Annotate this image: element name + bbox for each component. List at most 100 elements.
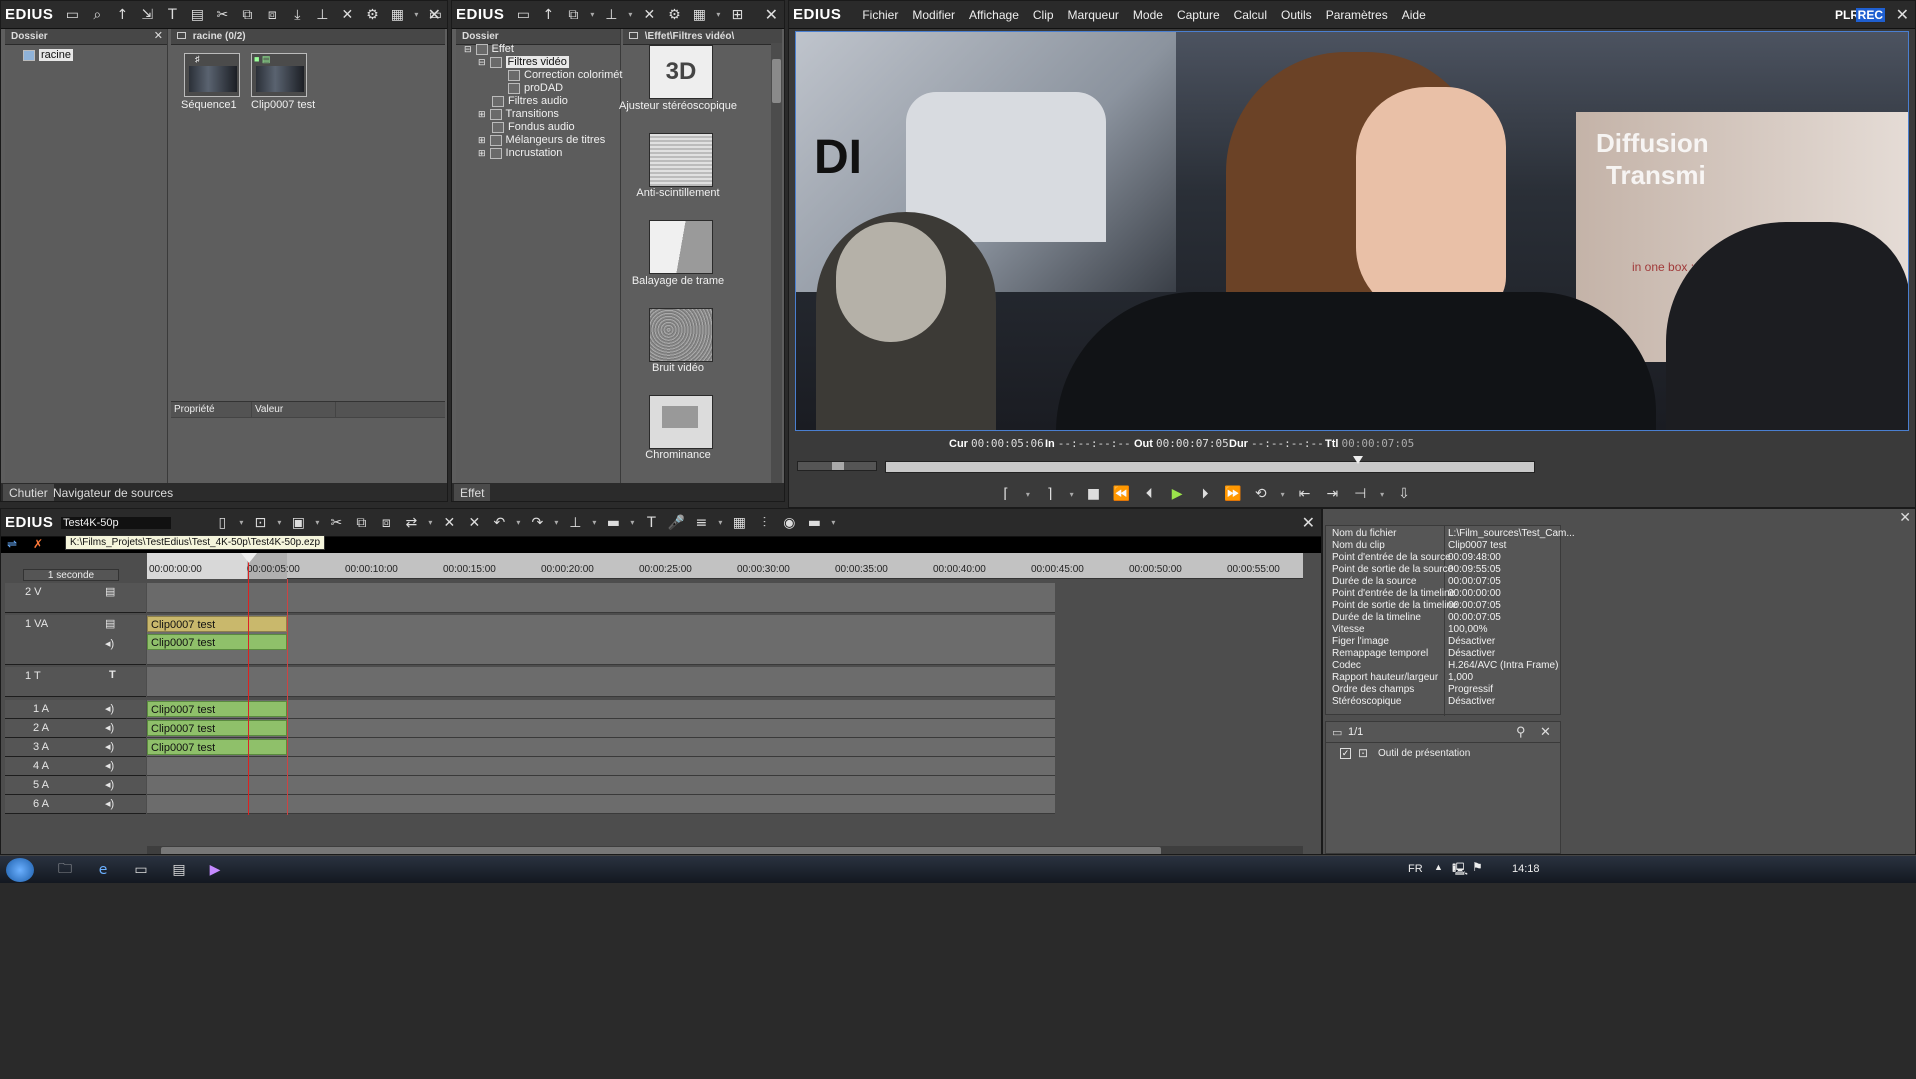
tree-prodad[interactable]: proDAD bbox=[508, 82, 563, 94]
insert-icon[interactable]: ⊥ bbox=[600, 5, 622, 25]
track-head-2a[interactable]: 2 A ◂) bbox=[5, 719, 146, 738]
chevron-down-icon[interactable]: ▾ bbox=[713, 5, 723, 25]
clip-audio[interactable]: Clip0007 test bbox=[147, 720, 287, 736]
track-lane-5a[interactable] bbox=[147, 776, 1055, 795]
redo-icon[interactable]: ↷ bbox=[526, 513, 548, 533]
filter-checkbox[interactable]: ✓ bbox=[1340, 748, 1351, 759]
clip-video[interactable]: Clip0007 test bbox=[147, 616, 287, 632]
import-icon[interactable]: ⇲ bbox=[136, 5, 158, 25]
set-out-icon[interactable]: ⌉ bbox=[1039, 484, 1061, 504]
copy-icon[interactable]: ⧉ bbox=[236, 5, 258, 25]
chevron-down-icon[interactable]: ▾ bbox=[551, 513, 561, 533]
close-icon[interactable]: ✕ bbox=[428, 5, 441, 24]
folder-icon[interactable]: ▭ bbox=[61, 5, 83, 25]
close-icon[interactable]: ✕ bbox=[1899, 509, 1911, 526]
track-head-4a[interactable]: 4 A ◂) bbox=[5, 757, 146, 776]
expand-icon[interactable]: ⊞ bbox=[478, 109, 486, 120]
render-icon[interactable]: ≡ bbox=[690, 513, 712, 533]
overwrite-timeline-icon[interactable]: ⇥ bbox=[1321, 484, 1343, 504]
track-lane-1t[interactable] bbox=[147, 667, 1055, 697]
view-grid-icon[interactable]: ▦ bbox=[688, 5, 710, 25]
track-lane-4a[interactable] bbox=[147, 757, 1055, 776]
menu-outils[interactable]: Outils bbox=[1274, 1, 1319, 29]
properties-icon[interactable]: ⚙ bbox=[361, 5, 383, 25]
tray-arrow-icon[interactable]: ▲ bbox=[1434, 862, 1443, 872]
menu-clip[interactable]: Clip bbox=[1026, 1, 1061, 29]
timescale-selector[interactable]: 1 seconde bbox=[23, 569, 119, 581]
up-folder-icon[interactable]: ↑ bbox=[111, 5, 133, 25]
chevron-down-icon[interactable]: ▾ bbox=[1278, 484, 1288, 504]
loop-icon[interactable]: ⟲ bbox=[1250, 484, 1272, 504]
shuttle-slider[interactable] bbox=[797, 461, 877, 471]
timeline-ruler[interactable]: 00:00:00:00 00:00:05:00 00:00:10:00 00:0… bbox=[147, 553, 1303, 579]
close-icon[interactable]: ✕ bbox=[1896, 5, 1909, 24]
cut-icon[interactable]: ✂ bbox=[325, 513, 347, 533]
up-folder-icon[interactable]: ↑ bbox=[537, 5, 559, 25]
pin-icon[interactable]: ⚲ bbox=[1516, 724, 1526, 740]
tree-melangeurs[interactable]: ⊞ Mélangeurs de titres bbox=[478, 134, 605, 146]
delete-icon[interactable]: ✕ bbox=[638, 5, 660, 25]
mixer-icon[interactable]: ⫶ bbox=[753, 513, 775, 533]
chevron-down-icon[interactable]: ▾ bbox=[274, 513, 284, 533]
tab-effet[interactable]: Effet bbox=[454, 484, 491, 501]
menu-affichage[interactable]: Affichage bbox=[962, 1, 1026, 29]
insert-icon[interactable]: ⊥ bbox=[311, 5, 333, 25]
menu-mode[interactable]: Mode bbox=[1126, 1, 1170, 29]
fx-noise-thumb[interactable] bbox=[649, 308, 713, 362]
language-indicator[interactable]: FR bbox=[1408, 863, 1423, 875]
chevron-down-icon[interactable]: ▾ bbox=[625, 5, 635, 25]
edius-task-icon[interactable]: ▶ bbox=[198, 859, 232, 881]
step-forward-icon[interactable]: ⏵ bbox=[1194, 484, 1216, 504]
new-project-icon[interactable]: ▯ bbox=[211, 513, 233, 533]
clip-thumb-clip0007[interactable]: ■ ▤ bbox=[251, 53, 307, 97]
fast-forward-icon[interactable]: ⏩ bbox=[1222, 484, 1244, 504]
stop-icon[interactable]: ■ bbox=[1083, 484, 1105, 504]
cut-icon[interactable]: ✂ bbox=[211, 5, 233, 25]
title-icon[interactable]: T bbox=[640, 513, 662, 533]
rewind-icon[interactable]: ⏪ bbox=[1110, 484, 1132, 504]
track-lane-6a[interactable] bbox=[147, 795, 1055, 814]
fx-antiflicker-thumb[interactable] bbox=[649, 133, 713, 187]
replace-icon[interactable]: ⇄ bbox=[400, 513, 422, 533]
ripple-delete-icon[interactable]: ✕ bbox=[463, 513, 485, 533]
paste-icon[interactable]: ⧈ bbox=[261, 5, 283, 25]
add-edit-icon[interactable]: ⊥ bbox=[564, 513, 586, 533]
menu-marqueur[interactable]: Marqueur bbox=[1061, 1, 1126, 29]
app-icon[interactable]: ▤ bbox=[162, 859, 196, 881]
play-icon[interactable]: ▶ bbox=[1166, 484, 1188, 504]
speaker-icon[interactable]: ◂) bbox=[105, 637, 114, 650]
menu-aide[interactable]: Aide bbox=[1395, 1, 1433, 29]
expand-icon[interactable]: ⊞ bbox=[478, 148, 486, 159]
tree-effet[interactable]: ⊟ Effet bbox=[464, 43, 514, 55]
step-back-icon[interactable]: ⏴ bbox=[1138, 484, 1160, 504]
speaker-icon[interactable]: ◂) bbox=[105, 759, 114, 772]
chevron-down-icon[interactable]: ▾ bbox=[312, 513, 322, 533]
flag-icon[interactable]: ⚑ bbox=[1472, 860, 1483, 874]
set-in-icon[interactable]: ⌈ bbox=[995, 484, 1017, 504]
chevron-down-icon[interactable]: ▾ bbox=[236, 513, 246, 533]
timeline-cursor-head[interactable] bbox=[241, 553, 257, 563]
trim-icon[interactable]: ⊣ bbox=[1349, 484, 1371, 504]
tree-filtres-audio[interactable]: Filtres audio bbox=[492, 95, 568, 107]
root-folder[interactable]: racine bbox=[23, 49, 73, 61]
pin-icon[interactable]: ⊞ bbox=[726, 5, 748, 25]
chevron-down-icon[interactable]: ▾ bbox=[828, 513, 838, 533]
menu-fichier[interactable]: Fichier bbox=[855, 1, 905, 29]
layout-icon[interactable]: ▬ bbox=[803, 513, 825, 533]
chevron-down-icon[interactable]: ▾ bbox=[411, 5, 421, 25]
track-head-1a[interactable]: 1 A ◂) bbox=[5, 700, 146, 719]
speaker-icon[interactable]: ◂) bbox=[105, 721, 114, 734]
position-marker[interactable] bbox=[1353, 456, 1364, 470]
menu-parametres[interactable]: Paramètres bbox=[1319, 1, 1395, 29]
explorer-icon[interactable]: 🗀 bbox=[48, 859, 82, 881]
start-button[interactable] bbox=[6, 858, 34, 882]
speaker-icon[interactable]: ◂) bbox=[105, 702, 114, 715]
effect-add-icon[interactable]: ⧉ bbox=[562, 5, 584, 25]
terminal-icon[interactable]: ▭ bbox=[124, 859, 158, 881]
position-bar[interactable] bbox=[885, 456, 1535, 473]
menu-modifier[interactable]: Modifier bbox=[905, 1, 962, 29]
collapse-icon[interactable]: ⊟ bbox=[464, 44, 472, 55]
chevron-down-icon[interactable]: ▾ bbox=[1377, 484, 1387, 504]
chevron-down-icon[interactable]: ▾ bbox=[425, 513, 435, 533]
clip-audio[interactable]: Clip0007 test bbox=[147, 634, 287, 650]
